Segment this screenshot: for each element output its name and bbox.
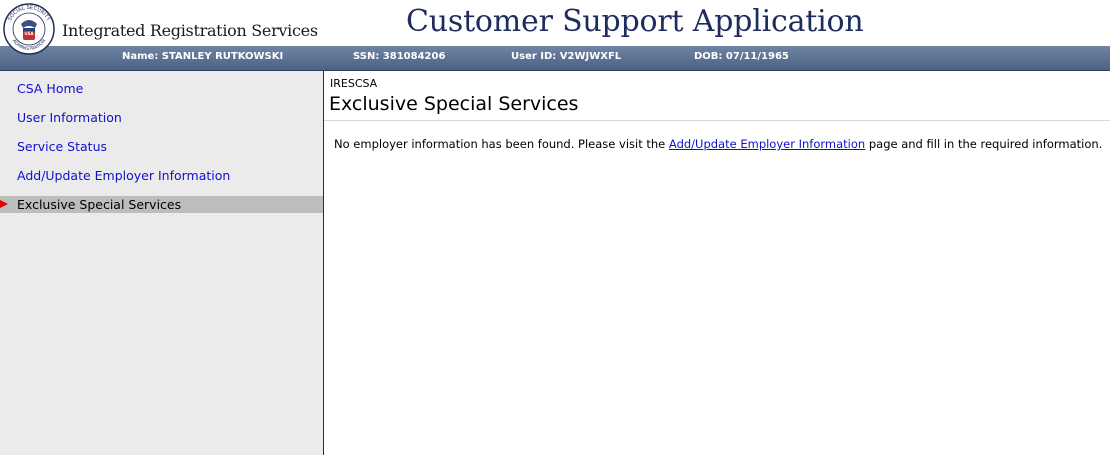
user-dob: DOB: 07/11/1965 — [694, 51, 789, 62]
sidebar-item-label[interactable]: Add/Update Employer Information — [17, 168, 230, 183]
header: SOCIAL SECURITY ADMINISTRATION USA Integ… — [0, 0, 1110, 55]
user-info-bar: Name: STANLEY RUTKOWSKI SSN: 381084206 U… — [0, 46, 1110, 71]
user-id: User ID: V2WJWXFL — [511, 51, 622, 62]
ssa-seal-logo: SOCIAL SECURITY ADMINISTRATION USA — [3, 3, 55, 55]
sidebar-nav: CSA Home User Information Service Status… — [0, 71, 324, 455]
sidebar-item-label[interactable]: User Information — [17, 110, 122, 125]
message-text-before: No employer information has been found. … — [334, 137, 669, 151]
sidebar-item-label[interactable]: Exclusive Special Services — [17, 197, 181, 212]
employer-info-link[interactable]: Add/Update Employer Information — [669, 137, 865, 151]
message-text-after: page and fill in the required informatio… — [865, 137, 1103, 151]
sidebar-item-label[interactable]: Service Status — [17, 139, 107, 154]
app-title: Customer Support Application — [406, 4, 864, 39]
sidebar-item-add-update-employer[interactable]: Add/Update Employer Information — [0, 167, 323, 184]
main-content: IRESCSA Exclusive Special Services No em… — [324, 71, 1110, 455]
user-ssn: SSN: 381084206 — [353, 51, 446, 62]
breadcrumb: IRESCSA — [330, 77, 378, 90]
user-name: Name: STANLEY RUTKOWSKI — [122, 51, 284, 62]
svg-text:USA: USA — [24, 31, 34, 36]
sidebar-item-exclusive-special-services[interactable]: Exclusive Special Services — [0, 196, 323, 213]
sidebar-item-user-information[interactable]: User Information — [0, 109, 323, 126]
sidebar-item-csa-home[interactable]: CSA Home — [0, 80, 323, 97]
current-page-arrow-icon — [0, 200, 8, 208]
divider — [324, 120, 1110, 121]
sidebar-item-service-status[interactable]: Service Status — [0, 138, 323, 155]
page-title: Exclusive Special Services — [329, 93, 579, 115]
info-message: No employer information has been found. … — [334, 137, 1102, 151]
brand-title: Integrated Registration Services — [62, 21, 318, 40]
sidebar-item-label[interactable]: CSA Home — [17, 81, 83, 96]
